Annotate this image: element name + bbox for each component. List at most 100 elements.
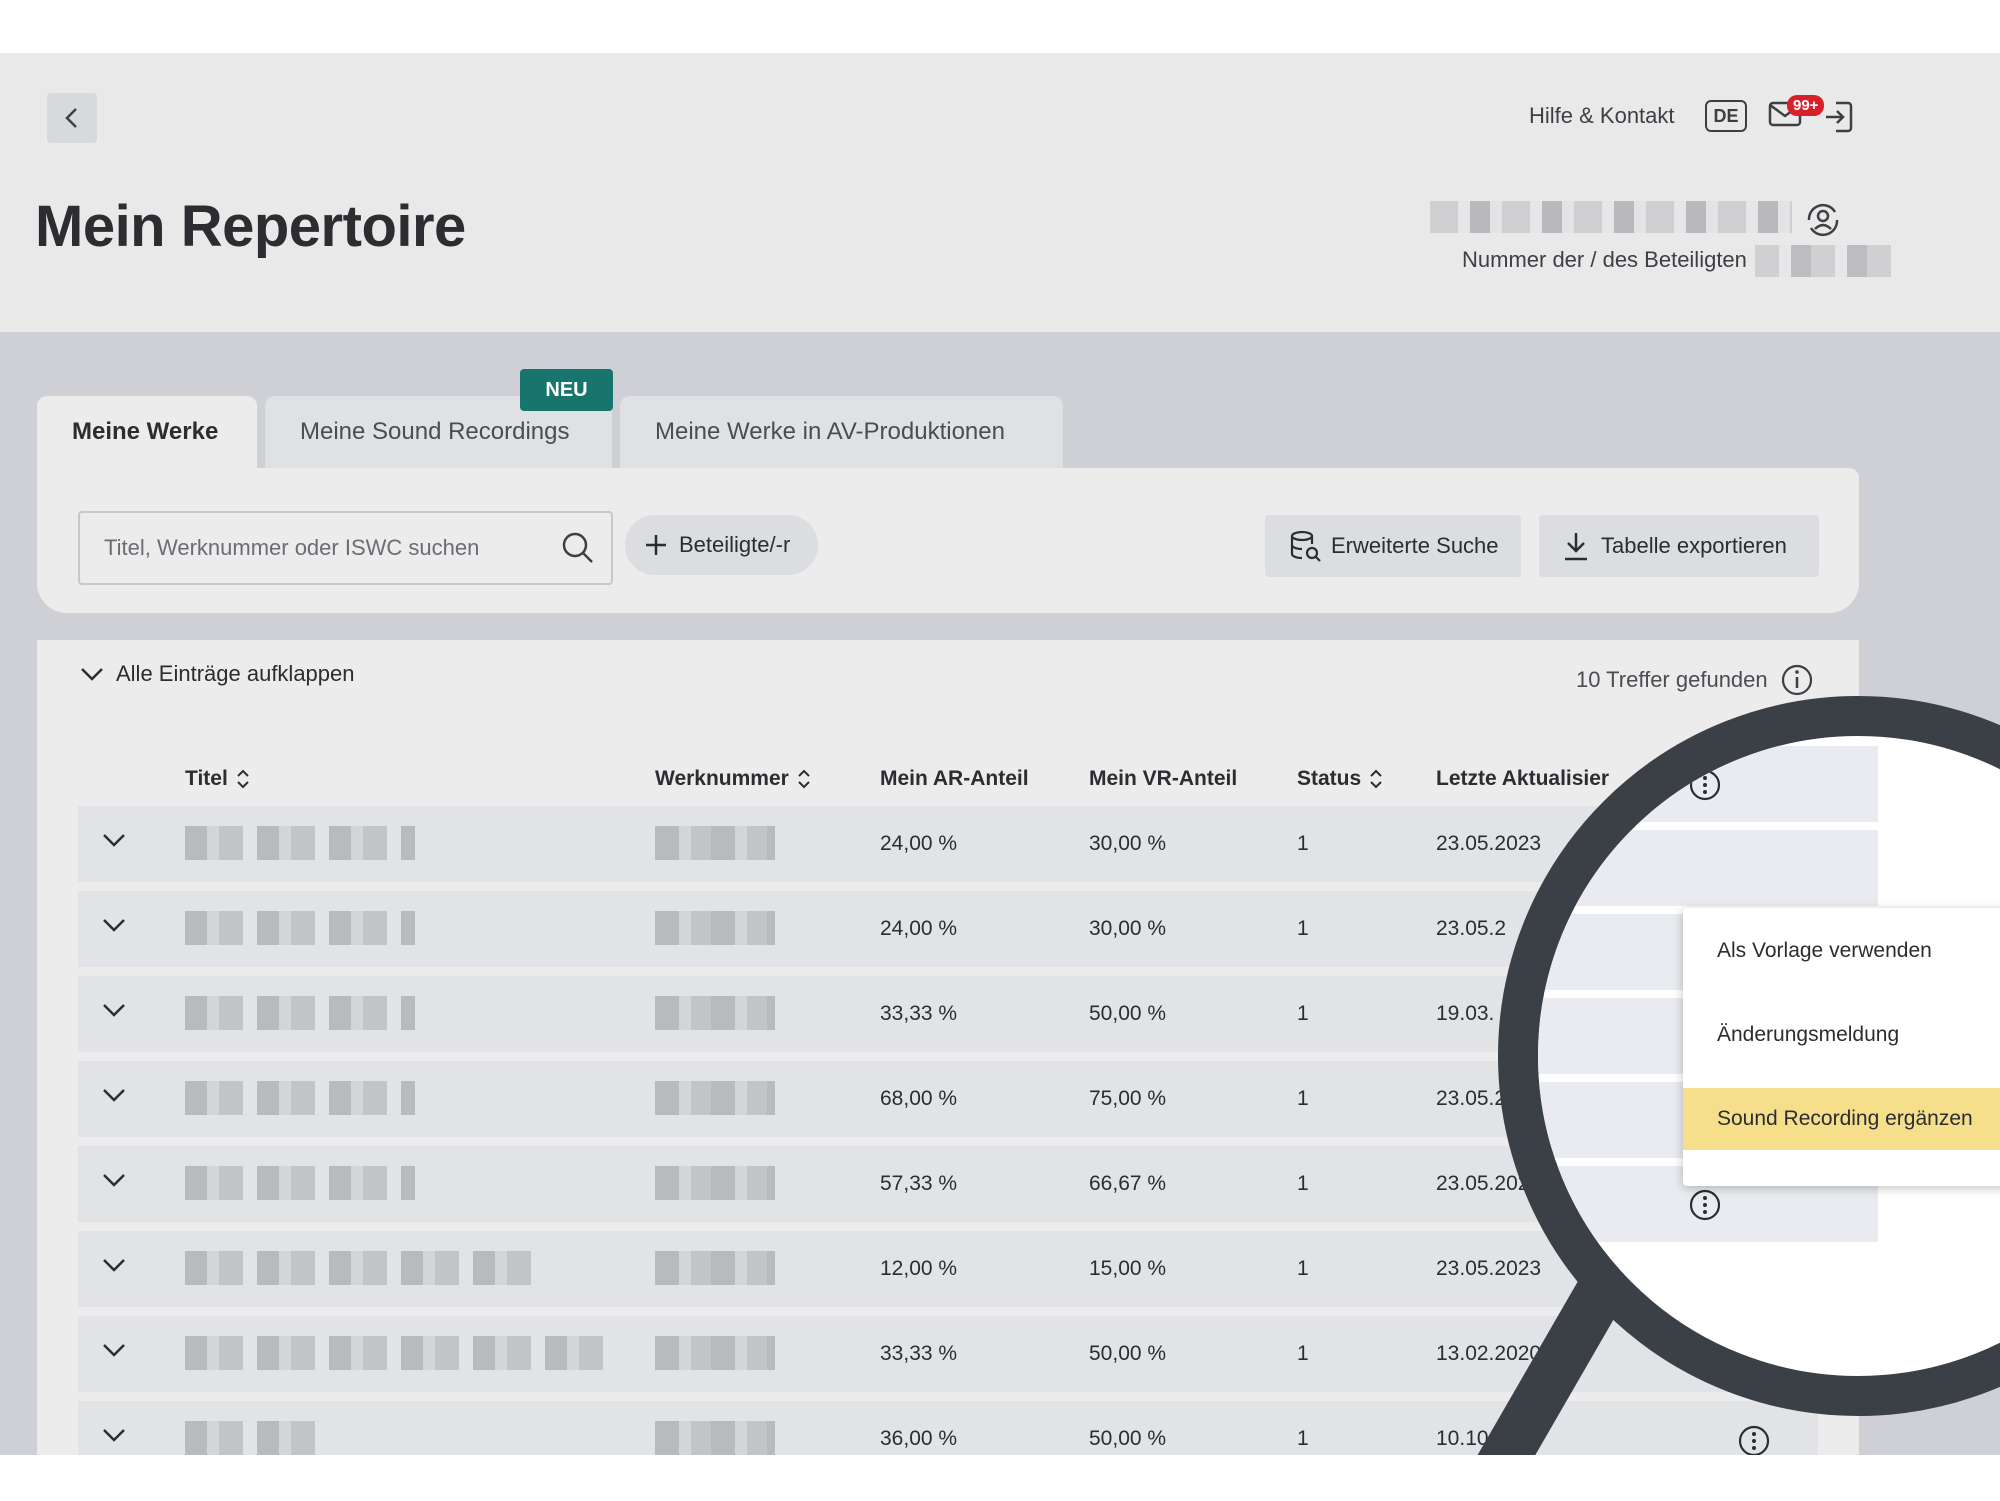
- last-updated: 23.05.2023: [1436, 1257, 1542, 1280]
- results-count: 10 Treffer gefunden: [1576, 663, 1814, 697]
- magnified-row: [1538, 746, 1878, 826]
- export-table-button[interactable]: Tabelle exportieren: [1539, 515, 1819, 577]
- ar-share: 68,00 %: [880, 1087, 958, 1110]
- participant-number-redacted: [1755, 245, 1891, 277]
- werknummer-redacted: [655, 1421, 775, 1455]
- logout-button[interactable]: [1822, 99, 1856, 140]
- advanced-search-button[interactable]: Erweiterte Suche: [1265, 515, 1521, 577]
- last-updated: 23.05.2: [1436, 1087, 1507, 1110]
- chevron-left-icon: [65, 108, 77, 128]
- title-redacted: [185, 1081, 415, 1115]
- ar-share: 36,00 %: [880, 1427, 958, 1450]
- werknummer-redacted: [655, 1081, 775, 1115]
- chevron-down-icon[interactable]: [102, 1427, 126, 1443]
- expand-all-toggle[interactable]: Alle Einträge aufklappen: [80, 661, 355, 687]
- more-options-icon[interactable]: [1688, 768, 1722, 802]
- menu-item-als-vorlage[interactable]: Als Vorlage verwenden: [1683, 920, 2000, 982]
- search-input[interactable]: Titel, Werknummer oder ISWC suchen: [78, 511, 613, 585]
- plus-icon: [646, 535, 666, 555]
- last-updated: 23.05.2: [1436, 917, 1507, 940]
- column-header-status-label: Status: [1297, 767, 1362, 790]
- werknummer-redacted: [655, 1251, 775, 1285]
- chevron-down-icon[interactable]: [102, 1172, 126, 1188]
- ar-share: 24,00 %: [880, 917, 958, 940]
- column-header-vr-anteil: Mein VR-Anteil: [1089, 767, 1238, 790]
- column-header-status[interactable]: Status: [1297, 767, 1383, 791]
- chevron-down-icon[interactable]: [102, 832, 126, 848]
- chevron-down-icon: [81, 668, 103, 681]
- export-table-label: Tabelle exportieren: [1601, 533, 1787, 558]
- help-contact-link[interactable]: Hilfe & Kontakt: [1529, 103, 1675, 129]
- column-header-titel[interactable]: Titel: [185, 767, 250, 791]
- title-redacted: [185, 1421, 315, 1455]
- info-icon[interactable]: [1780, 663, 1814, 697]
- ar-share: 33,33 %: [880, 1342, 958, 1365]
- page-title: Mein Repertoire: [35, 194, 466, 259]
- sort-icon: [1370, 769, 1382, 789]
- column-header-werknummer-label: Werknummer: [655, 767, 789, 790]
- chevron-down-icon[interactable]: [102, 1002, 126, 1018]
- title-redacted: [185, 1251, 535, 1285]
- title-redacted: [185, 1336, 605, 1370]
- more-options-icon[interactable]: [1688, 1188, 1722, 1222]
- werknummer-redacted: [655, 911, 775, 945]
- ar-share: 12,00 %: [880, 1257, 958, 1280]
- context-menu: Als Vorlage verwenden Änderungsmeldung S…: [1683, 908, 2000, 1186]
- tab-meine-werke-av-produktionen[interactable]: Meine Werke in AV-Produktionen: [620, 396, 1063, 468]
- app-window: Hilfe & Kontakt DE 99+ Mein Repertoire N…: [0, 53, 2000, 1455]
- werknummer-redacted: [655, 1166, 775, 1200]
- status-value: 1: [1297, 1342, 1309, 1365]
- status-value: 1: [1297, 1427, 1309, 1450]
- status-value: 1: [1297, 1257, 1309, 1280]
- new-badge: NEU: [520, 369, 613, 411]
- vr-share: 50,00 %: [1089, 1342, 1167, 1365]
- language-switch[interactable]: DE: [1705, 100, 1747, 132]
- column-header-titel-label: Titel: [185, 767, 228, 790]
- sort-icon: [237, 769, 249, 789]
- title-redacted: [185, 1166, 415, 1200]
- expand-all-label: Alle Einträge aufklappen: [116, 661, 355, 686]
- participant-name-redacted: [1430, 201, 1792, 233]
- vr-share: 30,00 %: [1089, 832, 1167, 855]
- status-value: 1: [1297, 1002, 1309, 1025]
- search-placeholder: Titel, Werknummer oder ISWC suchen: [104, 535, 480, 560]
- werknummer-redacted: [655, 996, 775, 1030]
- chevron-down-icon[interactable]: [102, 1087, 126, 1103]
- last-updated: 23.05.202: [1436, 1172, 1530, 1195]
- switch-participant-button[interactable]: [1805, 203, 1841, 242]
- vr-share: 15,00 %: [1089, 1257, 1167, 1280]
- menu-item-sound-recording-ergaenzen[interactable]: Sound Recording ergänzen: [1683, 1088, 2000, 1150]
- participant-number-label: Nummer der / des Beteiligten: [1462, 247, 1747, 272]
- vr-share: 30,00 %: [1089, 917, 1167, 940]
- search-icon: [562, 532, 593, 563]
- vr-share: 50,00 %: [1089, 1427, 1167, 1450]
- switch-user-icon: [1807, 203, 1839, 237]
- chevron-down-icon[interactable]: [102, 1342, 126, 1358]
- download-icon: [1565, 533, 1587, 561]
- menu-item-aenderungsmeldung[interactable]: Änderungsmeldung: [1683, 1004, 2000, 1066]
- chevron-down-icon[interactable]: [102, 917, 126, 933]
- title-redacted: [185, 996, 415, 1030]
- sort-icon: [798, 769, 810, 789]
- database-search-icon: [1290, 530, 1321, 562]
- last-updated: 13.02.2020: [1436, 1342, 1542, 1365]
- advanced-search-label: Erweiterte Suche: [1331, 533, 1499, 558]
- add-participant-button[interactable]: Beteiligte/-r: [625, 515, 818, 575]
- column-header-werknummer[interactable]: Werknummer: [655, 767, 811, 791]
- vr-share: 66,67 %: [1089, 1172, 1167, 1195]
- werknummer-redacted: [655, 1336, 775, 1370]
- status-value: 1: [1297, 917, 1309, 940]
- column-header-ar-anteil: Mein AR-Anteil: [880, 767, 1029, 790]
- tab-meine-werke[interactable]: Meine Werke: [37, 396, 257, 468]
- magnified-row: [1538, 830, 1878, 910]
- title-redacted: [185, 826, 415, 860]
- notification-badge: 99+: [1787, 95, 1825, 116]
- status-value: 1: [1297, 1172, 1309, 1195]
- ar-share: 33,33 %: [880, 1002, 958, 1025]
- last-updated: 23.05.2023: [1436, 832, 1542, 855]
- vr-share: 75,00 %: [1089, 1087, 1167, 1110]
- vr-share: 50,00 %: [1089, 1002, 1167, 1025]
- more-options-icon[interactable]: [1737, 1424, 1771, 1455]
- chevron-down-icon[interactable]: [102, 1257, 126, 1273]
- back-button[interactable]: [47, 93, 97, 143]
